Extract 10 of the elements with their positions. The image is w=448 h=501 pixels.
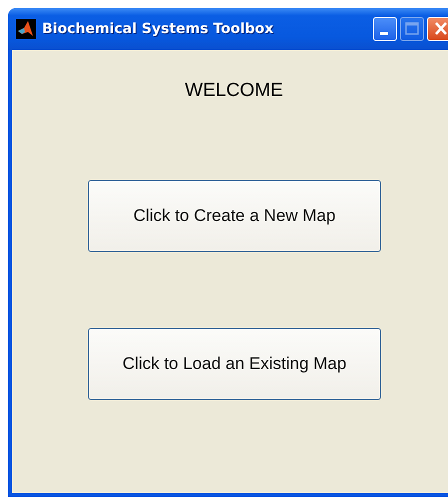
push-button[interactable]: Click to Create a New Map (88, 180, 381, 252)
window-title: Biochemical Systems Toolbox (42, 21, 275, 37)
app-icon (16, 19, 36, 39)
welcome-heading: WELCOME (184, 80, 284, 102)
close-icon (434, 22, 448, 36)
push-button[interactable]: Click to Load an Existing Map (88, 328, 381, 400)
maximize-icon (405, 22, 419, 35)
minimize-button[interactable] (373, 17, 397, 41)
minimize-icon (380, 32, 388, 35)
close-button[interactable] (427, 17, 448, 41)
